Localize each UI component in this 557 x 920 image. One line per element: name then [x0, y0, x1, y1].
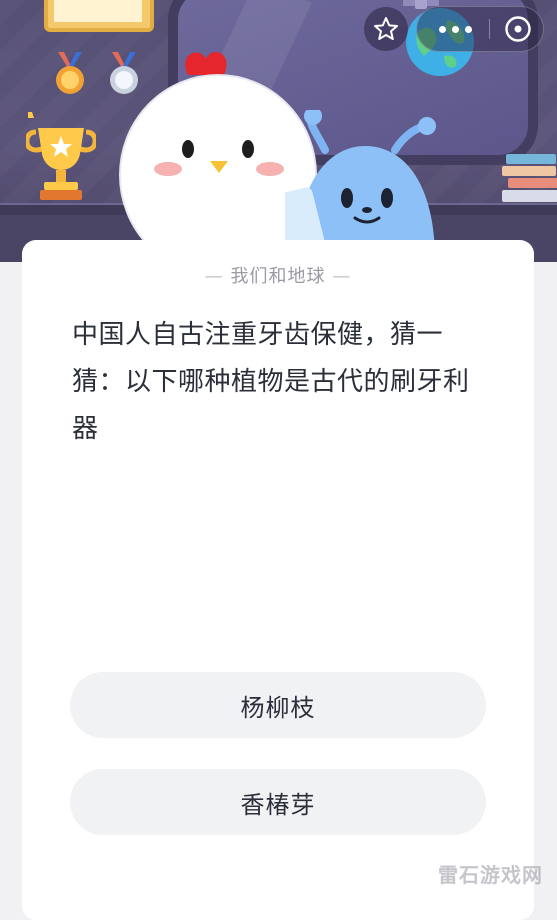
alien-mascot	[285, 110, 436, 260]
question-card: — 我们和地球 — 中国人自古注重牙齿保健，猜一猜：以下哪种植物是古代的刷牙利器…	[22, 240, 534, 920]
answer-option-label: 香椿芽	[240, 790, 316, 819]
close-circle-icon	[505, 16, 531, 42]
close-button[interactable]	[495, 7, 541, 51]
star-icon	[374, 17, 398, 40]
trophy-icon	[26, 112, 96, 200]
question-text: 中国人自古注重牙齿保健，猜一猜：以下哪种植物是古代的刷牙利器	[72, 320, 470, 444]
header-illustration	[0, 0, 557, 262]
mini-program-capsule	[416, 6, 544, 52]
category-dash-right: —	[332, 266, 352, 287]
category-text: 我们和地球	[230, 266, 326, 287]
favorite-button[interactable]	[364, 7, 408, 51]
answer-option-label: 杨柳枝	[240, 693, 316, 722]
more-dots-icon	[436, 25, 475, 33]
capsule-divider	[489, 19, 490, 39]
answer-option-2[interactable]: 香椿芽	[70, 769, 486, 835]
answer-option-1[interactable]: 杨柳枝	[70, 672, 486, 738]
site-watermark: 雷石游戏网	[438, 863, 543, 887]
more-button[interactable]	[427, 7, 483, 51]
category-dash-left: —	[204, 266, 224, 287]
gold-medal-icon	[56, 52, 84, 94]
books-icon	[502, 154, 557, 202]
award-certificate-frame	[44, 0, 154, 32]
category-label: — 我们和地球 —	[22, 262, 534, 288]
